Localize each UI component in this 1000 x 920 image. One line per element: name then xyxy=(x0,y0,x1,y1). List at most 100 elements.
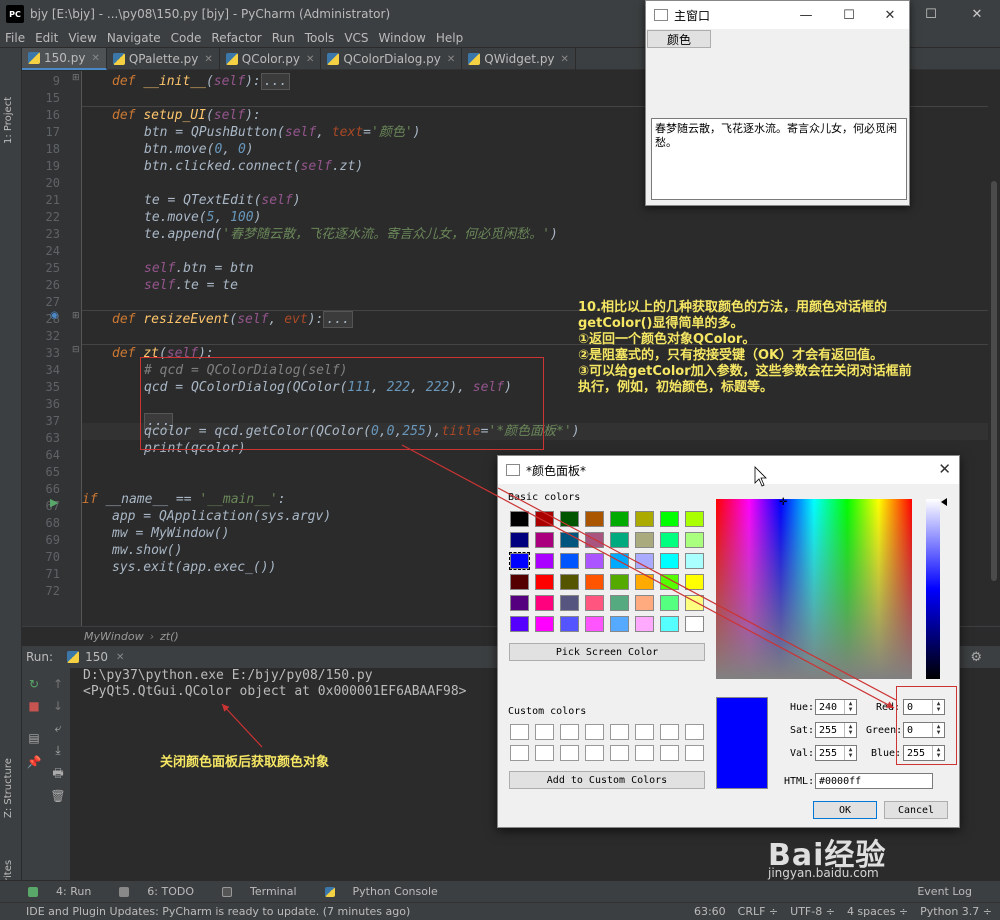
tool-run[interactable]: 4: Run xyxy=(14,885,91,898)
hue-saturation-picker[interactable]: ✛ xyxy=(716,498,912,679)
scroll-to-end-icon[interactable]: ⤓ xyxy=(50,742,66,758)
fold-marker-icon[interactable]: ⊟ xyxy=(72,345,80,355)
tab-qpalette-py[interactable]: QPalette.py ✕ xyxy=(107,48,220,70)
custom-color-swatch[interactable] xyxy=(685,745,704,761)
hue-spinbox[interactable]: 240 ▲ ▼ xyxy=(815,699,857,715)
luminance-slider[interactable] xyxy=(926,499,940,679)
custom-color-swatch[interactable] xyxy=(510,745,529,761)
run-arrow-icon[interactable]: ▶ xyxy=(50,496,58,509)
tab-qcolor-py[interactable]: QColor.py ✕ xyxy=(220,48,322,70)
menu-view[interactable]: View xyxy=(63,31,101,45)
color-button[interactable]: 颜色 xyxy=(647,30,711,48)
basic-color-swatch[interactable] xyxy=(535,595,554,611)
spin-arrows-icon[interactable]: ▲ ▼ xyxy=(844,723,856,737)
gear-icon[interactable]: ⚙ xyxy=(970,650,982,665)
restore-layout-icon[interactable]: ▤ xyxy=(26,730,42,746)
editor-vertical-scrollbar[interactable] xyxy=(988,71,1000,626)
basic-color-swatch[interactable] xyxy=(510,616,529,632)
ok-button[interactable]: OK xyxy=(813,801,877,819)
scrollbar-thumb[interactable] xyxy=(991,181,997,581)
close-tab-icon[interactable]: ✕ xyxy=(91,53,99,64)
basic-color-swatch[interactable] xyxy=(635,574,654,590)
breadcrumb-method[interactable]: zt() xyxy=(160,630,179,643)
basic-color-swatch[interactable] xyxy=(660,553,679,569)
override-marker-icon[interactable]: ◉ xyxy=(50,310,59,321)
slider-arrow-icon[interactable] xyxy=(941,498,947,506)
basic-color-swatch[interactable] xyxy=(560,532,579,548)
basic-color-swatch[interactable] xyxy=(610,616,629,632)
spin-arrows-icon[interactable]: ▲ ▼ xyxy=(844,746,856,760)
pick-screen-color-button[interactable]: Pick Screen Color xyxy=(509,643,705,661)
custom-color-swatch[interactable] xyxy=(610,724,629,740)
basic-color-swatch[interactable] xyxy=(660,574,679,590)
basic-color-swatch[interactable] xyxy=(685,595,704,611)
tab-150-py[interactable]: 150.py ✕ xyxy=(22,48,107,70)
custom-color-swatch[interactable] xyxy=(560,724,579,740)
sat-spinbox[interactable]: 255 ▲ ▼ xyxy=(815,722,857,738)
menu-help[interactable]: Help xyxy=(431,31,468,45)
custom-color-swatch[interactable] xyxy=(685,724,704,740)
basic-color-swatch[interactable] xyxy=(660,532,679,548)
basic-color-swatch[interactable] xyxy=(660,595,679,611)
basic-color-swatch[interactable] xyxy=(585,595,604,611)
menu-file[interactable]: File xyxy=(0,31,30,45)
event-log-button[interactable]: Event Log xyxy=(917,885,972,898)
basic-color-swatch[interactable] xyxy=(660,511,679,527)
basic-color-swatch[interactable] xyxy=(635,532,654,548)
tool-todo[interactable]: 6: TODO xyxy=(105,885,194,898)
pin-icon[interactable]: 📌 xyxy=(26,754,42,770)
file-encoding[interactable]: UTF-8 ÷ xyxy=(790,905,835,918)
basic-color-swatch[interactable] xyxy=(585,553,604,569)
python-interpreter[interactable]: Python 3.7 ÷ xyxy=(920,905,992,918)
menu-navigate[interactable]: Navigate xyxy=(102,31,166,45)
menu-refactor[interactable]: Refactor xyxy=(206,31,266,45)
menu-edit[interactable]: Edit xyxy=(30,31,63,45)
basic-color-swatch[interactable] xyxy=(610,511,629,527)
basic-color-swatch[interactable] xyxy=(535,574,554,590)
fold-marker-icon[interactable]: ⊞ xyxy=(72,73,80,83)
basic-color-swatch[interactable] xyxy=(535,511,554,527)
val-spinbox[interactable]: 255 ▲ ▼ xyxy=(815,745,857,761)
tab-qcolordialog-py[interactable]: QColorDialog.py ✕ xyxy=(321,48,463,70)
stop-icon[interactable]: ■ xyxy=(26,698,42,714)
print-icon[interactable]: 🖶 xyxy=(50,766,66,782)
text-edit[interactable]: 春梦随云散，飞花逐水流。寄言众儿女，何必觅闲愁。 xyxy=(651,118,907,200)
custom-color-swatch[interactable] xyxy=(535,724,554,740)
fold-marker-icon[interactable]: ⊞ xyxy=(72,311,80,321)
basic-color-swatch[interactable] xyxy=(535,532,554,548)
custom-color-swatch[interactable] xyxy=(585,745,604,761)
basic-color-swatch[interactable] xyxy=(585,616,604,632)
basic-color-swatch[interactable] xyxy=(660,616,679,632)
maximize-icon[interactable]: ☐ xyxy=(829,1,869,29)
basic-color-swatch[interactable] xyxy=(635,595,654,611)
close-tab-icon[interactable]: ✕ xyxy=(561,54,569,65)
cancel-button[interactable]: Cancel xyxy=(884,801,948,819)
tool-terminal[interactable]: Terminal xyxy=(208,885,297,898)
breadcrumb-class[interactable]: MyWindow xyxy=(84,630,144,643)
basic-color-swatch[interactable] xyxy=(685,511,704,527)
custom-color-swatch[interactable] xyxy=(660,745,679,761)
close-tab-icon[interactable]: ✕ xyxy=(447,54,455,65)
basic-color-swatch[interactable] xyxy=(585,532,604,548)
custom-color-swatch[interactable] xyxy=(610,745,629,761)
status-message[interactable]: IDE and Plugin Updates: PyCharm is ready… xyxy=(26,905,410,918)
minimize-icon[interactable]: — xyxy=(786,1,826,29)
close-icon[interactable]: ✕ xyxy=(870,1,910,29)
basic-color-swatch[interactable] xyxy=(585,574,604,590)
basic-color-swatch[interactable] xyxy=(585,511,604,527)
spin-arrows-icon[interactable]: ▲ ▼ xyxy=(844,700,856,714)
custom-color-swatch[interactable] xyxy=(560,745,579,761)
basic-color-swatch[interactable] xyxy=(635,511,654,527)
indent-setting[interactable]: 4 spaces ÷ xyxy=(847,905,908,918)
basic-color-swatch[interactable] xyxy=(610,595,629,611)
tool-python-console[interactable]: Python Console xyxy=(311,885,438,898)
custom-color-swatch[interactable] xyxy=(635,745,654,761)
basic-color-swatch[interactable] xyxy=(635,616,654,632)
line-separator[interactable]: CRLF ÷ xyxy=(738,905,779,918)
basic-color-swatch[interactable] xyxy=(560,511,579,527)
custom-color-swatch[interactable] xyxy=(660,724,679,740)
basic-color-swatch[interactable] xyxy=(510,574,529,590)
basic-color-swatch[interactable] xyxy=(560,553,579,569)
basic-color-swatch[interactable] xyxy=(510,595,529,611)
maximize-button[interactable]: ☐ xyxy=(908,0,954,28)
